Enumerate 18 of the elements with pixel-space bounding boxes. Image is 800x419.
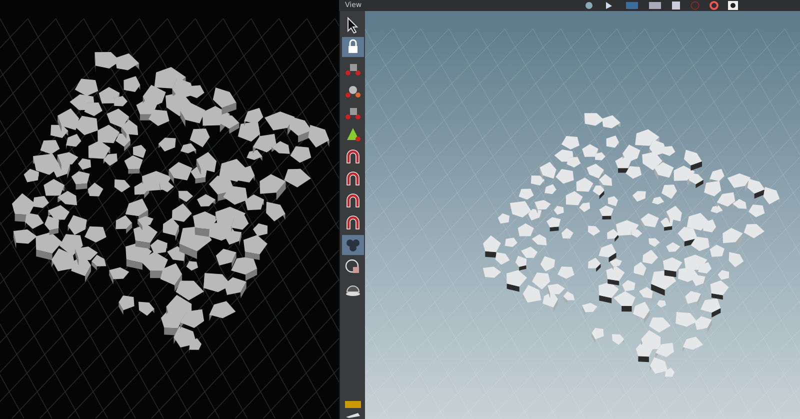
dome-icon xyxy=(346,286,360,296)
magnet-icon xyxy=(346,194,359,208)
settings-icon[interactable] xyxy=(728,1,738,10)
pointer-icon xyxy=(347,16,358,34)
shelf-icon[interactable] xyxy=(342,399,362,409)
cluster-icon xyxy=(346,240,359,252)
ring-icon[interactable] xyxy=(709,1,719,10)
cube-icon xyxy=(345,108,360,120)
magnet-icon xyxy=(346,172,359,186)
lock-icon xyxy=(348,39,357,53)
magnet-icon xyxy=(346,216,359,230)
sphere-icon xyxy=(345,86,360,98)
circle-icon xyxy=(344,259,358,273)
cube-icon xyxy=(345,64,360,76)
page-icon[interactable] xyxy=(671,1,681,10)
pyramid-icon xyxy=(346,128,360,142)
magnet-icon xyxy=(346,150,359,164)
tool-button[interactable] xyxy=(342,37,364,57)
